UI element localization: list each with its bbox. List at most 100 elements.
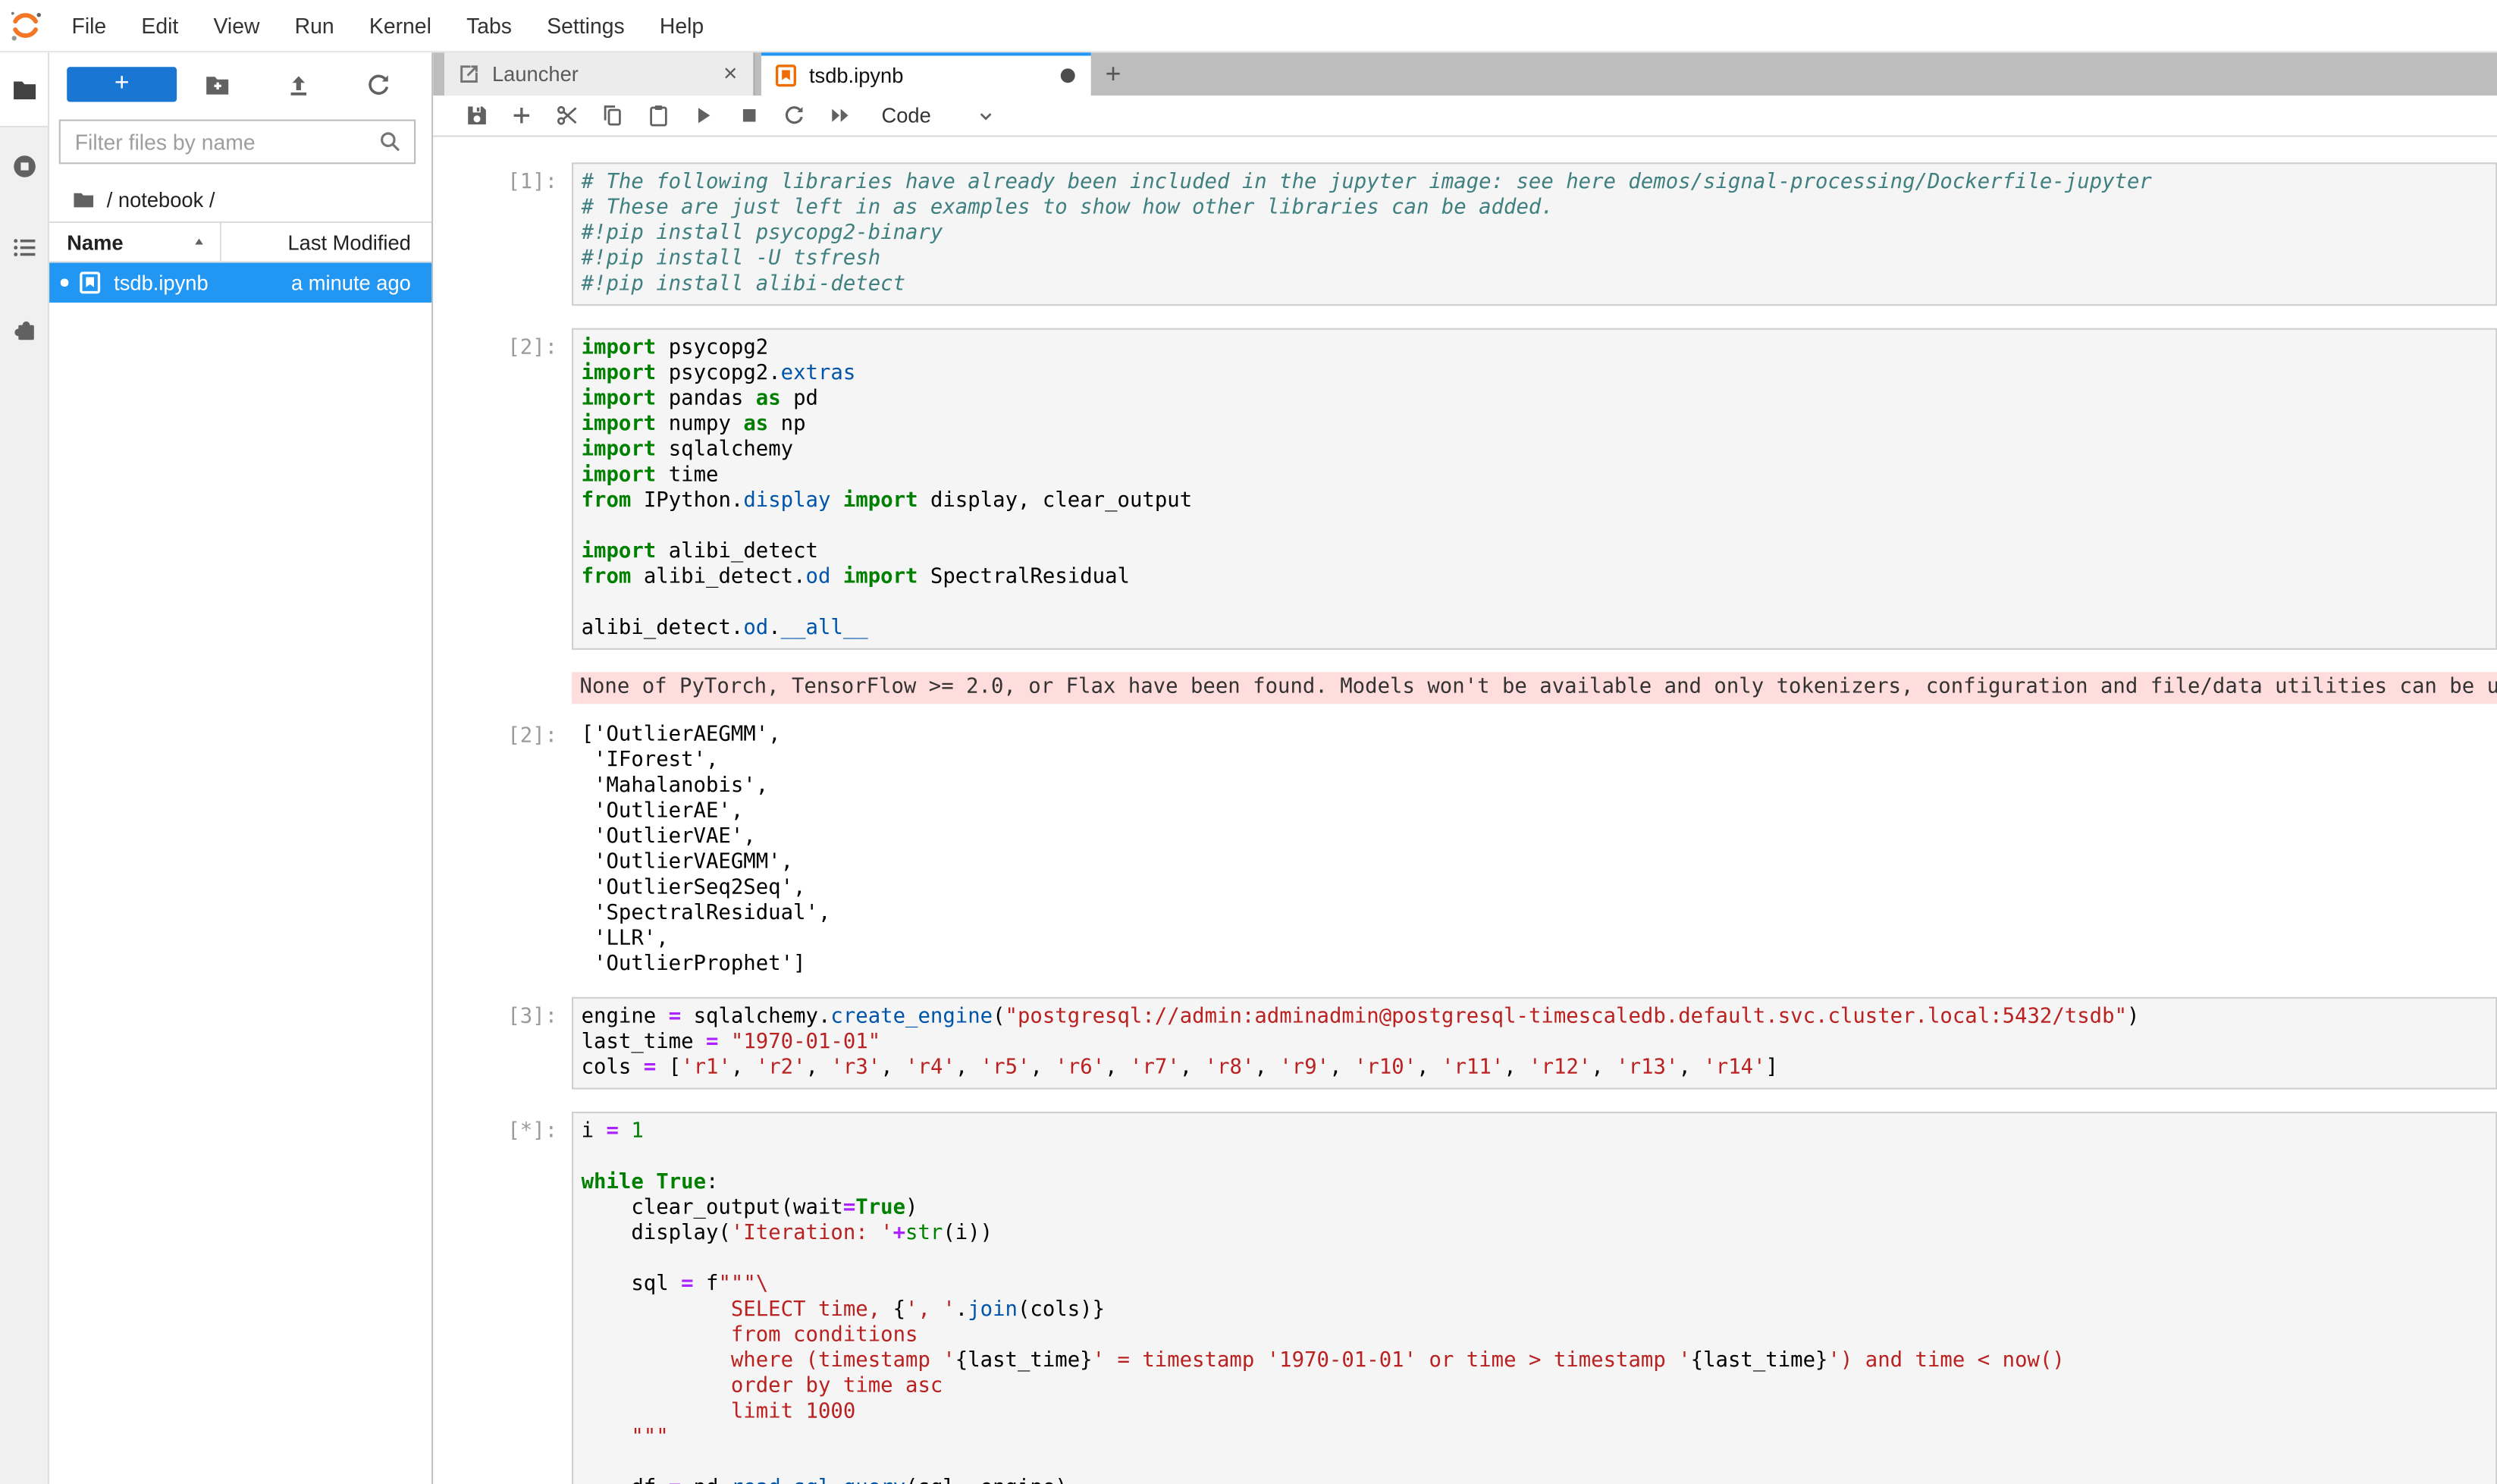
column-header-name[interactable]: Name — [49, 223, 220, 261]
new-launcher-button[interactable]: + — [67, 67, 177, 102]
copy-cells-icon — [601, 104, 625, 128]
running-indicator-dot — [61, 279, 67, 286]
code-line: #!pip install psycopg2-binary — [582, 221, 2489, 247]
unsaved-changes-dot — [1061, 68, 1075, 83]
cell-type-label: Code — [882, 104, 931, 128]
activity-extensions-icon[interactable] — [11, 315, 38, 343]
code-line: last_time = "1970-01-01" — [582, 1031, 2489, 1056]
activity-bar — [0, 52, 49, 1484]
cut-cells-button[interactable] — [544, 96, 590, 136]
run-icon — [692, 104, 716, 128]
run-all-button[interactable] — [817, 96, 862, 136]
stderr-output: None of PyTorch, TensorFlow >= 2.0, or F… — [572, 672, 2497, 704]
menu-run[interactable]: Run — [278, 0, 352, 51]
code-line: from conditions — [582, 1323, 2489, 1349]
code-cell: [2]:import psycopg2import psycopg2.extra… — [433, 328, 2497, 650]
filter-files-input[interactable] — [72, 128, 378, 155]
upload-button[interactable] — [258, 52, 338, 116]
output-line: 'LLR', — [582, 927, 2497, 952]
code-cell: [3]:engine = sqlalchemy.create_engine("p… — [433, 997, 2497, 1090]
output-line: ['OutlierAEGMM', — [582, 723, 2497, 749]
cell-input-prompt: [*]: — [433, 1112, 572, 1484]
code-line: where (timestamp '{last_time}' = timesta… — [582, 1349, 2489, 1375]
code-line: # The following libraries have already b… — [582, 171, 2489, 196]
breadcrumb-path: / notebook / — [107, 187, 215, 212]
add-cell-button[interactable] — [499, 96, 544, 136]
code-line: """ — [582, 1426, 2489, 1451]
new-folder-button[interactable] — [177, 52, 257, 116]
output-line: 'SpectralResidual', — [582, 902, 2497, 927]
cell-input-prompt: [1]: — [433, 162, 572, 306]
code-line: SELECT time, {', '.join(cols)} — [582, 1298, 2489, 1324]
new-tab-button[interactable]: + — [1091, 52, 1136, 96]
cell-editor[interactable]: engine = sqlalchemy.create_engine("postg… — [572, 997, 2497, 1090]
save-button[interactable] — [454, 96, 500, 136]
copy-cells-button[interactable] — [590, 96, 635, 136]
file-row[interactable]: tsdb.ipynba minute ago — [49, 263, 431, 303]
menu-view[interactable]: View — [196, 0, 277, 51]
column-header-modified[interactable]: Last Modified — [220, 223, 431, 261]
code-line — [582, 591, 2489, 617]
file-browser-toolbar: + — [49, 52, 431, 116]
menu-tabs[interactable]: Tabs — [449, 0, 529, 51]
activity-files-icon[interactable] — [11, 76, 38, 103]
jupyterlab-window: FileEditViewRunKernelTabsSettingsHelp + — [0, 0, 2497, 1484]
code-line: clear_output(wait=True) — [582, 1196, 2489, 1222]
code-line: i = 1 — [582, 1120, 2489, 1146]
refresh-button[interactable] — [338, 52, 419, 116]
code-line: import numpy as np — [582, 413, 2489, 438]
cell-input-prompt: [3]: — [433, 997, 572, 1090]
upload-icon — [284, 71, 312, 98]
tab-label: tsdb.ipynb — [809, 64, 1061, 88]
file-modified: a minute ago — [291, 271, 431, 295]
code-line: import psycopg2.extras — [582, 362, 2489, 387]
paste-cells-button[interactable] — [635, 96, 681, 136]
cell-output-prompt: [2]: — [433, 717, 572, 977]
restart-kernel-button[interactable] — [772, 96, 817, 136]
cell-editor[interactable]: # The following libraries have already b… — [572, 162, 2497, 306]
output-line: 'IForest', — [582, 748, 2497, 774]
output-line: 'OutlierVAE', — [582, 825, 2497, 851]
code-line: display('Iteration: '+str(i)) — [582, 1222, 2489, 1247]
menu-edit[interactable]: Edit — [124, 0, 196, 51]
jupyter-logo — [8, 8, 43, 43]
notebook-scroll-area[interactable]: [1]: # The following libraries have alrea… — [433, 137, 2497, 1484]
cut-cells-icon — [555, 104, 579, 128]
code-line: while True: — [582, 1171, 2489, 1197]
chevron-down-icon — [974, 105, 996, 127]
close-icon[interactable]: × — [720, 61, 741, 88]
sort-asc-icon — [191, 234, 207, 250]
code-line: df = pd.read_sql_query(sql, engine) — [582, 1476, 2489, 1484]
file-browser-panel: + / notebook / Nam — [49, 52, 433, 1484]
tab-bar: Launcher× tsdb.ipynb + — [433, 52, 2497, 96]
save-icon — [465, 104, 489, 128]
cell-input-prompt: [2]: — [433, 328, 572, 650]
stop-button[interactable] — [726, 96, 772, 136]
activity-toc-icon[interactable] — [11, 234, 38, 262]
menu-settings[interactable]: Settings — [529, 0, 642, 51]
menu-help[interactable]: Help — [642, 0, 722, 51]
tab-label: Launcher — [492, 62, 720, 86]
code-line: cols = ['r1', 'r2', 'r3', 'r4', 'r5', 'r… — [582, 1056, 2489, 1081]
launcher-icon — [457, 62, 482, 86]
code-cell: [1]: # The following libraries have alrea… — [433, 162, 2497, 306]
cell-output: [2]:['OutlierAEGMM', 'IForest', 'Mahalan… — [433, 717, 2497, 977]
cell-editor[interactable]: i = 1 while True: clear_output(wait=True… — [572, 1112, 2497, 1484]
code-line — [582, 1145, 2489, 1171]
output-line: 'OutlierProphet'] — [582, 952, 2497, 978]
code-line: #!pip install -U tsfresh — [582, 247, 2489, 273]
cell-editor[interactable]: import psycopg2import psycopg2.extrasimp… — [572, 328, 2497, 650]
run-button[interactable] — [681, 96, 726, 136]
notebook-toolbar: Code — [433, 96, 2497, 137]
refresh-icon — [365, 71, 392, 98]
code-line: import time — [582, 463, 2489, 489]
code-line: import pandas as pd — [582, 387, 2489, 413]
menu-file[interactable]: File — [54, 0, 124, 51]
activity-running-icon[interactable] — [11, 153, 38, 180]
breadcrumb[interactable]: / notebook / — [49, 177, 431, 221]
tab-tsdb-ipynb[interactable]: tsdb.ipynb — [761, 52, 1091, 96]
menu-kernel[interactable]: Kernel — [352, 0, 449, 51]
tab-launcher[interactable]: Launcher× — [444, 52, 755, 96]
output-line: 'OutlierSeq2Seq', — [582, 876, 2497, 902]
cell-type-dropdown[interactable]: Code — [882, 104, 996, 128]
